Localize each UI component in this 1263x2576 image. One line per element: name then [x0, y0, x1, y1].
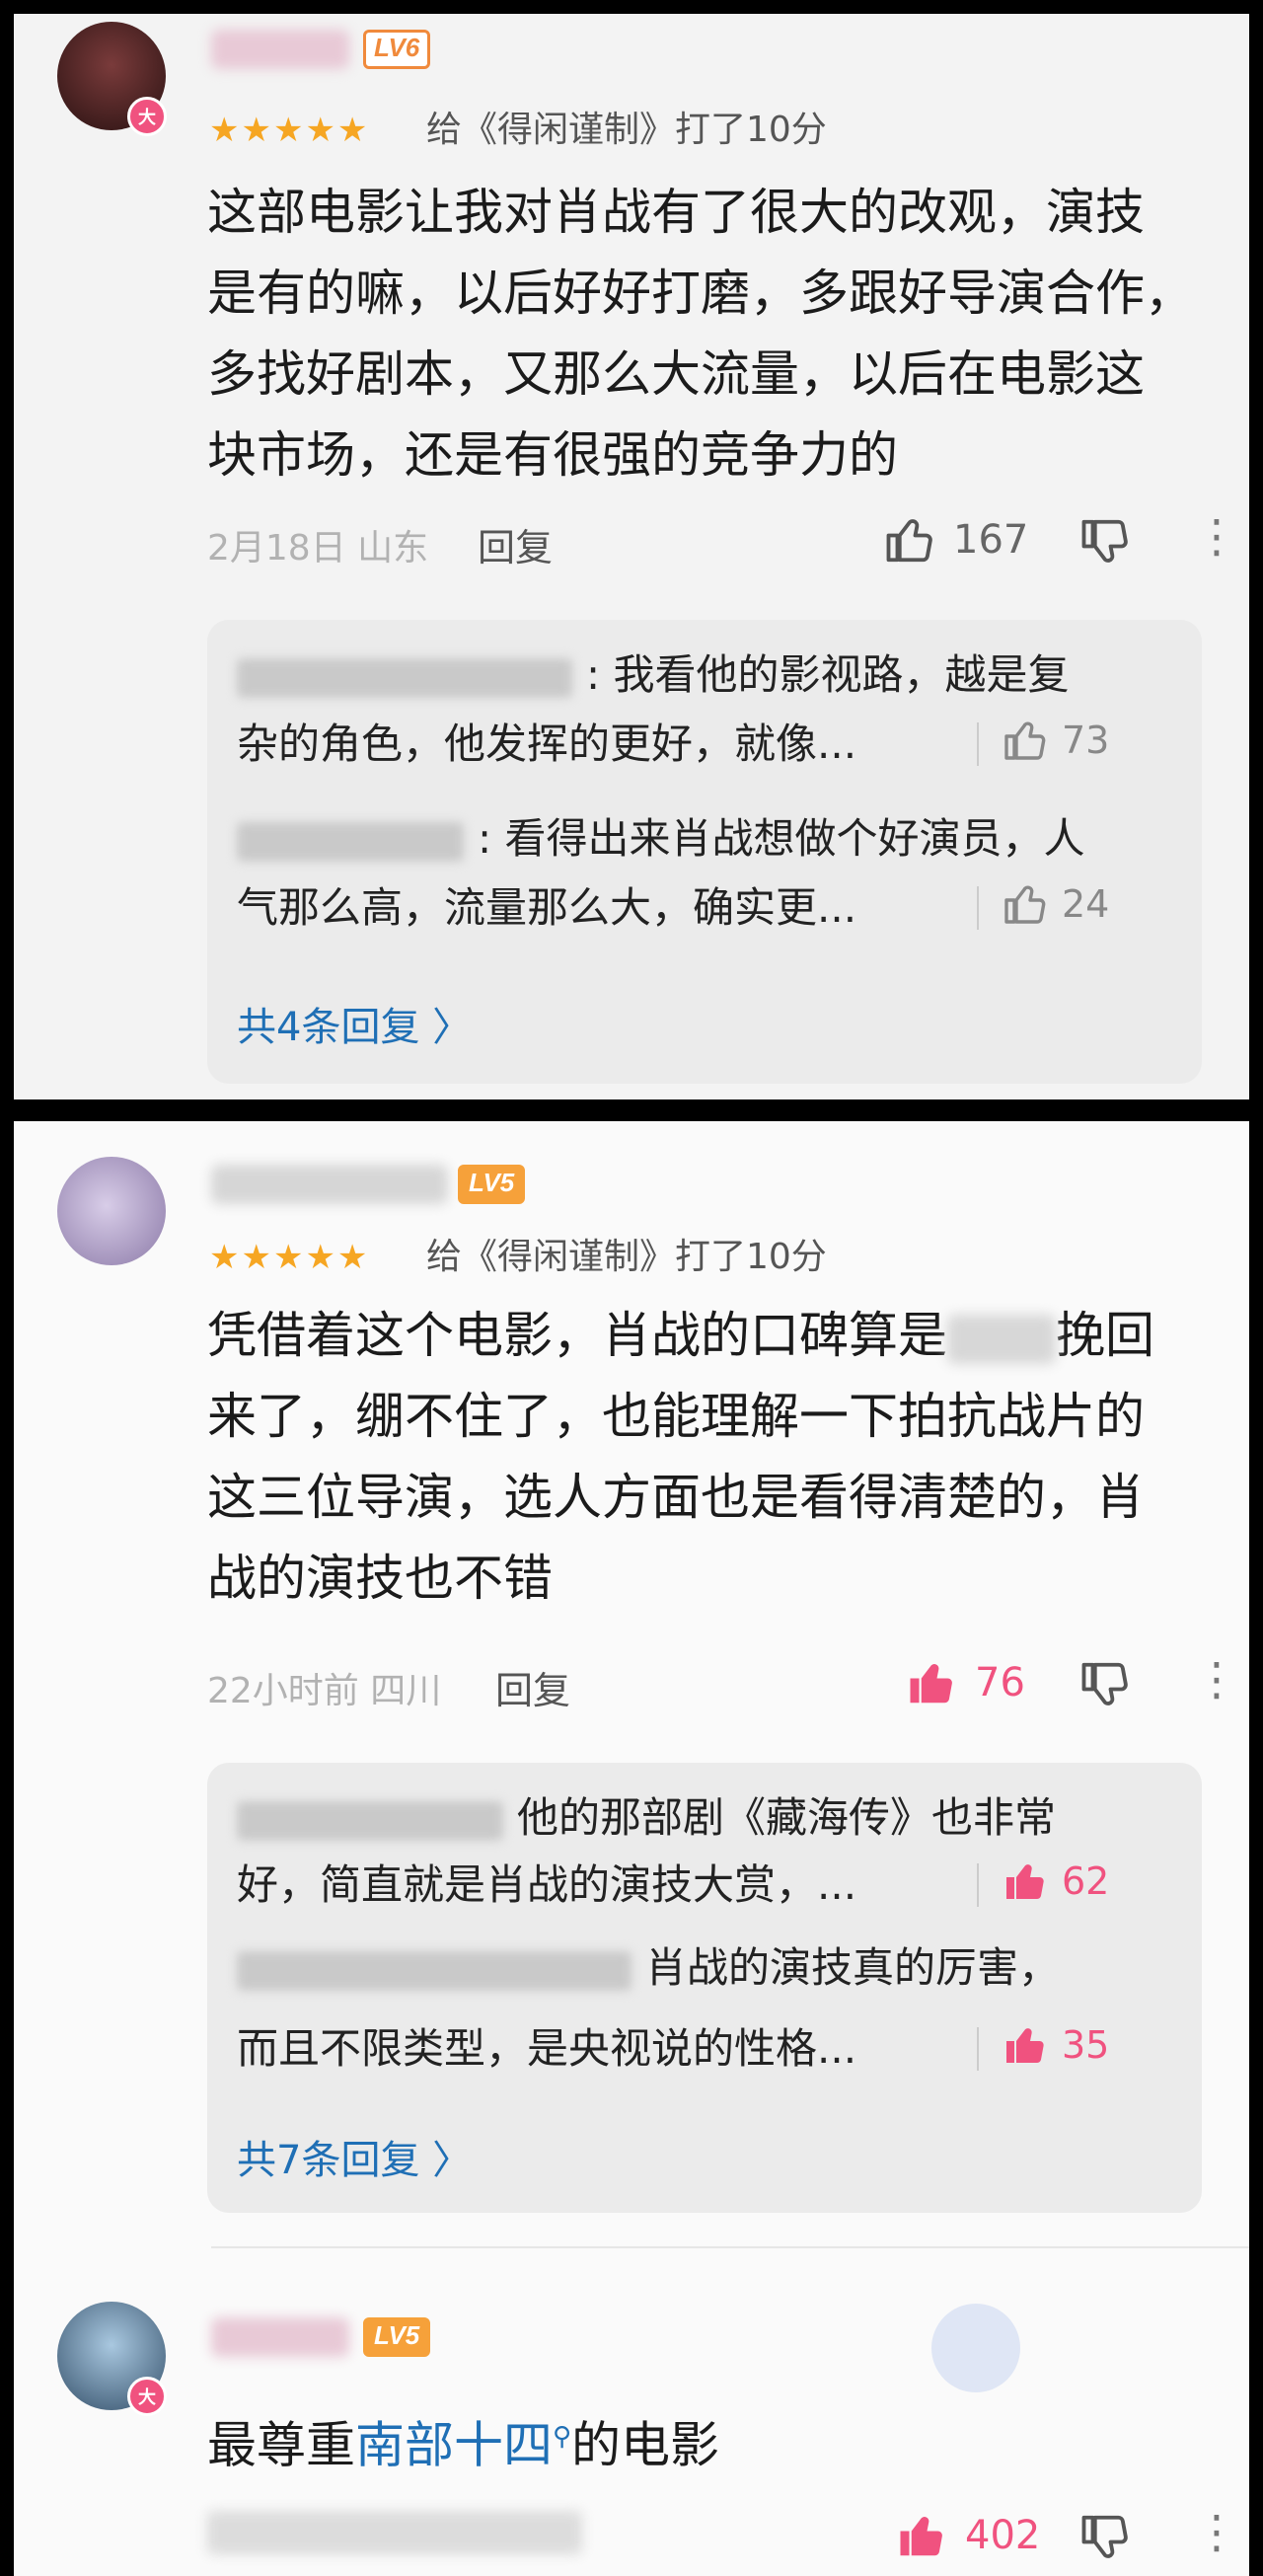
- reply-item-text: 好，简直就是肖战的演技大赏，...: [237, 1860, 857, 1909]
- reply-thread: : 我看他的影视路，越是复 杂的角色，他发挥的更好，就像... 73 : 看得出…: [207, 620, 1202, 1084]
- thumb-down-icon: [1081, 519, 1128, 563]
- username-blurred[interactable]: [211, 1165, 448, 1204]
- sticker-icon: [931, 2304, 1020, 2392]
- divider: [977, 1863, 979, 1907]
- reply-like-button[interactable]: 73: [1003, 717, 1109, 764]
- username-blurred[interactable]: [211, 2317, 349, 2357]
- like-button[interactable]: 76: [906, 1656, 1025, 1709]
- divider: [977, 2027, 979, 2071]
- reply-item[interactable]: : 我看他的影视路，越是复: [237, 649, 1070, 701]
- more-icon[interactable]: ⋮: [1194, 2509, 1239, 2554]
- thumb-up-icon: [1004, 885, 1046, 924]
- like-button[interactable]: 402: [896, 2509, 1040, 2562]
- dislike-button[interactable]: [1079, 1658, 1133, 1715]
- reply-button[interactable]: 回复: [495, 1660, 570, 1714]
- thumb-up-icon: [1006, 2028, 1044, 2064]
- reply-username-blurred: [237, 1950, 632, 1991]
- like-count: 76: [975, 1660, 1025, 1705]
- dislike-button[interactable]: [1079, 515, 1133, 572]
- reply-like-button[interactable]: 35: [1003, 2021, 1109, 2069]
- level-badge: LV5: [363, 2317, 431, 2357]
- reply-thread: 他的那部剧《藏海传》也非常 好，简直就是肖战的演技大赏，... 62 肖战的演技…: [207, 1763, 1202, 2213]
- reply-item-text: 杂的角色，他发挥的更好，就像...: [237, 720, 857, 768]
- censored-text: [947, 1314, 1056, 1364]
- thumb-up-icon: [1006, 1864, 1044, 1900]
- reply-username-blurred: [237, 1800, 503, 1841]
- comment-body: 最尊重南部十四⚲的电影: [207, 2416, 720, 2474]
- divider: [977, 886, 979, 930]
- reply-username-blurred: [237, 821, 464, 862]
- reply-item[interactable]: 他的那部剧《藏海传》也非常: [237, 1792, 1056, 1844]
- reply-like-button[interactable]: 24: [1003, 880, 1109, 928]
- view-all-replies-link[interactable]: 共4条回复 〉: [237, 995, 472, 1052]
- like-count: 167: [953, 517, 1029, 563]
- topic-link[interactable]: 南部十四: [355, 2417, 553, 2474]
- more-icon[interactable]: ⋮: [1194, 513, 1239, 559]
- reply-button[interactable]: 回复: [478, 517, 553, 571]
- thumb-up-icon: [1004, 721, 1046, 760]
- thumb-down-icon: [1081, 2515, 1128, 2558]
- rating-text: 给《得闲谨制》打了10分: [426, 1237, 827, 1277]
- like-count: 402: [965, 2513, 1041, 2558]
- thumb-up-icon: [900, 2517, 942, 2556]
- thumb-down-icon: [1081, 1662, 1128, 1705]
- comment-date-blurred: [207, 2511, 582, 2554]
- level-badge: LV5: [458, 1165, 526, 1204]
- rating-text: 给《得闲谨制》打了10分: [426, 110, 827, 150]
- reply-item[interactable]: : 看得出来肖战想做个好演员，人: [237, 813, 1085, 865]
- divider: [977, 722, 979, 766]
- username-blurred[interactable]: [211, 30, 349, 69]
- comment-list: LV5 ★★★★★ 给《得闲谨制》打了10分 凭借着这个电影，肖战的口碑算是 挽回…: [14, 1121, 1249, 2576]
- dislike-button[interactable]: [1079, 2511, 1133, 2568]
- rating-stars: ★★★★★: [209, 1238, 370, 1277]
- divider: [211, 2246, 1249, 2248]
- thumb-up-icon: [910, 1664, 952, 1704]
- reply-item[interactable]: 肖战的演技真的厉害，: [237, 1942, 1060, 1994]
- search-icon[interactable]: ⚲: [553, 2422, 571, 2452]
- comment-date-location: 22小时前 四川: [207, 1671, 442, 1711]
- comment-date-location: 2月18日 山东: [207, 528, 429, 568]
- comment-body: 凭借着这个电影，肖战的口碑算是 挽回 来了，绷不住了，也能理解一下拍抗战片的 这三…: [207, 1307, 1154, 1607]
- more-icon[interactable]: ⋮: [1194, 1656, 1239, 1702]
- view-all-replies-link[interactable]: 共7条回复 〉: [237, 2128, 472, 2185]
- thumb-up-icon: [886, 519, 932, 563]
- vip-badge: 大: [127, 2377, 167, 2416]
- comment-body: 这部电影让我对肖战有了很大的改观，演技 是有的嘛，以后好好打磨，多跟好导演合作，…: [207, 184, 1194, 484]
- reply-username-blurred: [237, 657, 572, 698]
- vip-badge: 大: [127, 97, 167, 136]
- reply-like-button[interactable]: 62: [1003, 1857, 1109, 1905]
- like-button[interactable]: 167: [884, 513, 1028, 567]
- level-badge: LV6: [363, 30, 431, 69]
- reply-item-text: 而且不限类型，是央视说的性格...: [237, 2024, 857, 2073]
- comment-card-1: 大 LV6 ★★★★★ 给《得闲谨制》打了10分 这部电影让我对肖战有了很大的改…: [14, 14, 1249, 1099]
- rating-stars: ★★★★★: [209, 111, 370, 150]
- avatar[interactable]: [57, 1157, 166, 1265]
- reply-item-text: 气那么高，流量那么大，确实更...: [237, 883, 857, 932]
